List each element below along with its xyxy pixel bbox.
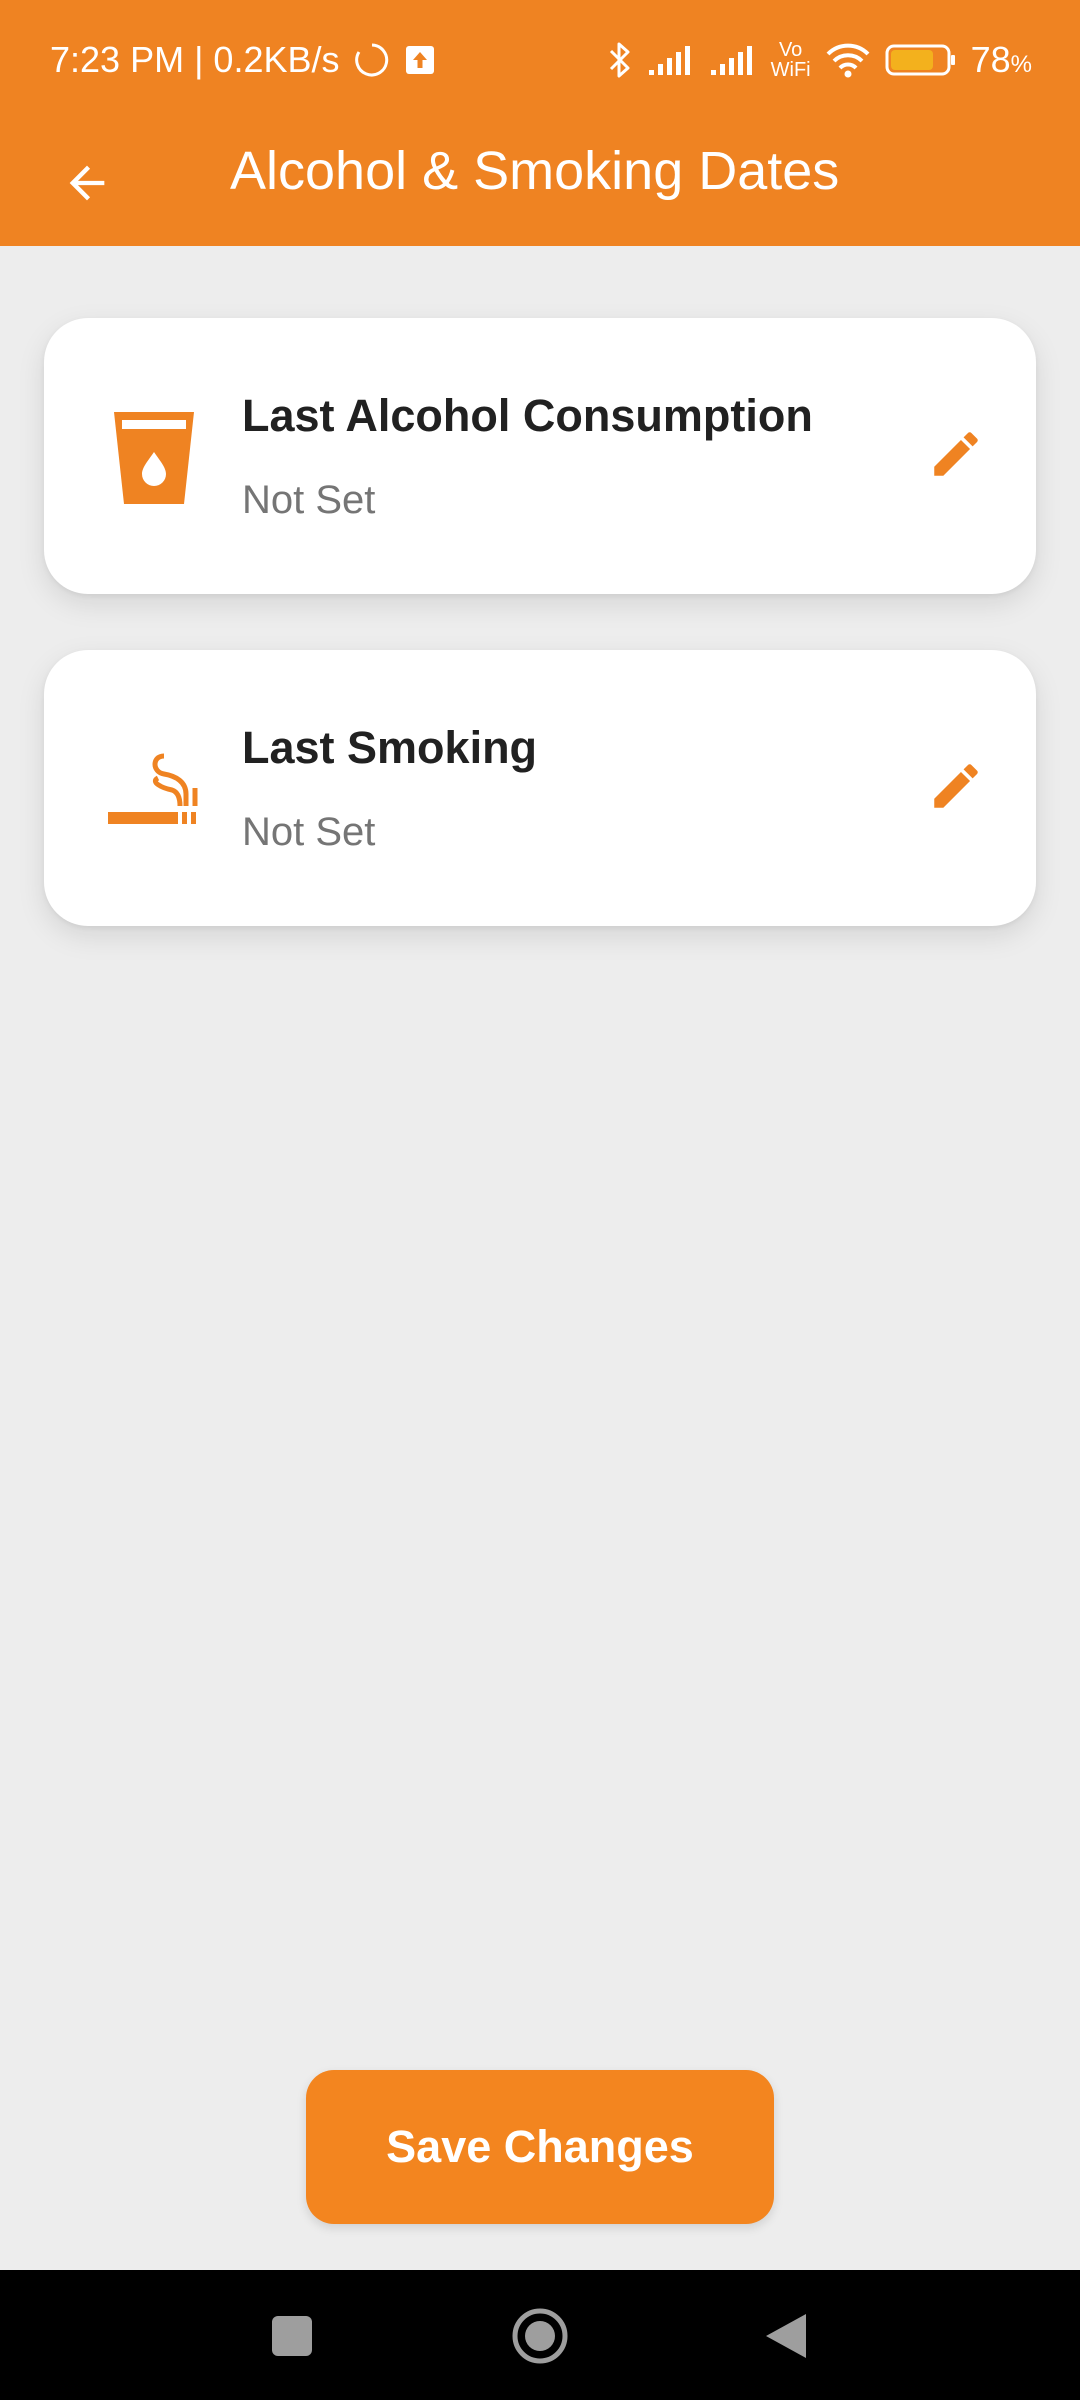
vowifi-bottom-text: WiFi — [770, 59, 811, 81]
alcohol-card-title: Last Alcohol Consumption — [242, 390, 813, 441]
home-button[interactable] — [494, 2290, 586, 2382]
system-back-button[interactable] — [740, 2290, 832, 2382]
page-title: Alcohol & Smoking Dates — [230, 141, 840, 201]
smoking-icon — [94, 730, 214, 850]
system-navigation-bar — [0, 2270, 1080, 2400]
alcohol-date-card[interactable]: Last Alcohol Consumption Not Set — [44, 318, 1036, 594]
home-circle-icon — [512, 2308, 568, 2364]
status-right: Vo WiFi 78% — [607, 39, 1032, 81]
status-left: 7:23 PM | 0.2KB/s — [50, 39, 436, 81]
save-changes-button[interactable]: Save Changes — [306, 2070, 774, 2224]
recents-button[interactable] — [246, 2290, 338, 2382]
wifi-icon — [825, 42, 871, 78]
alcohol-card-value: Not Set — [242, 478, 376, 522]
status-bar: 7:23 PM | 0.2KB/s Vo WiFi 78% — [0, 0, 1080, 120]
pencil-icon — [934, 432, 978, 476]
smoking-card-value: Not Set — [242, 810, 376, 854]
back-button[interactable] — [40, 136, 134, 230]
upload-icon — [404, 44, 436, 76]
pencil-icon — [934, 764, 978, 808]
vowifi-icon: Vo WiFi — [771, 40, 811, 80]
signal-icon — [647, 44, 695, 76]
edit-smoking-button[interactable] — [914, 744, 998, 828]
edit-alcohol-button[interactable] — [914, 412, 998, 496]
glass-drop-icon — [94, 398, 214, 518]
battery-percent-value: 78 — [970, 39, 1011, 80]
signal-icon-2 — [709, 44, 757, 76]
square-icon — [272, 2316, 312, 2356]
vowifi-top-text: Vo — [778, 39, 803, 61]
smoking-date-card[interactable]: Last Smoking Not Set — [44, 650, 1036, 926]
app-bar: 7:23 PM | 0.2KB/s Vo WiFi 78% Alcohol & … — [0, 0, 1080, 246]
battery-percent-unit: % — [1010, 51, 1032, 78]
arrow-left-icon — [69, 165, 105, 201]
loading-spinner-icon — [354, 42, 390, 78]
status-time-speed: 7:23 PM | 0.2KB/s — [50, 39, 340, 80]
battery-percent: 78% — [971, 39, 1032, 81]
smoking-card-title: Last Smoking — [242, 722, 538, 773]
bluetooth-icon — [607, 40, 633, 80]
toolbar: Alcohol & Smoking Dates — [0, 120, 1080, 246]
battery-icon — [885, 43, 957, 77]
triangle-back-icon — [766, 2314, 806, 2358]
